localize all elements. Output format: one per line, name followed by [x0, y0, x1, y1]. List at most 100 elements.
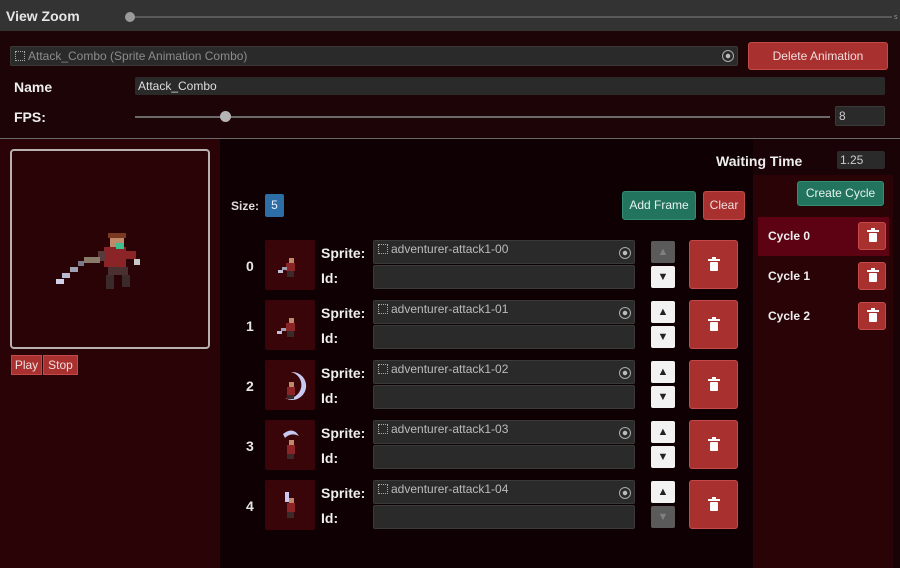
animation-preview — [10, 149, 210, 349]
delete-cycle-button[interactable] — [858, 262, 886, 290]
size-badge: 5 — [265, 194, 284, 217]
view-zoom-slider[interactable] — [128, 16, 892, 18]
cycle-item[interactable]: Cycle 1 — [758, 257, 889, 296]
sprite-label: Sprite: — [321, 245, 366, 261]
frame-row: 3 Sprite: Id: adventurer-attack1-03 ▲ ▼ — [240, 420, 740, 478]
sprite-asset-icon — [378, 424, 388, 434]
sprite-field[interactable]: adventurer-attack1-04 — [373, 480, 635, 504]
object-picker-icon[interactable] — [619, 247, 631, 259]
move-up-button[interactable]: ▲ — [651, 361, 675, 383]
waiting-time-label: Waiting Time — [716, 153, 803, 169]
id-input[interactable] — [373, 385, 635, 409]
sprite-field[interactable]: adventurer-attack1-00 — [373, 240, 635, 264]
sprite-label: Sprite: — [321, 485, 366, 501]
frame-thumbnail — [265, 480, 315, 530]
fps-input[interactable]: 8 — [835, 106, 885, 126]
cycle-item[interactable]: Cycle 0 — [758, 217, 889, 256]
move-up-button: ▲ — [651, 241, 675, 263]
delete-frame-button[interactable] — [689, 360, 738, 409]
asset-icon — [15, 51, 25, 61]
id-label: Id: — [321, 510, 339, 526]
size-label: Size: — [231, 199, 260, 213]
arrow-down-icon: ▼ — [657, 391, 669, 403]
frame-thumbnail — [265, 360, 315, 410]
move-down-button[interactable]: ▼ — [651, 326, 675, 348]
sprite-label: Sprite: — [321, 365, 366, 381]
move-down-button[interactable]: ▼ — [651, 446, 675, 468]
move-up-button[interactable]: ▲ — [651, 301, 675, 323]
sprite-label: Sprite: — [321, 425, 366, 441]
sprite-thumbnail — [283, 430, 299, 459]
name-label: Name — [14, 79, 53, 95]
id-input[interactable] — [373, 265, 635, 289]
id-label: Id: — [321, 270, 339, 286]
id-input[interactable] — [373, 505, 635, 529]
view-zoom-slider-thumb[interactable] — [125, 12, 135, 22]
object-picker-icon[interactable] — [619, 487, 631, 499]
move-up-button[interactable]: ▲ — [651, 481, 675, 503]
object-picker-icon[interactable] — [619, 427, 631, 439]
sprite-field[interactable]: adventurer-attack1-03 — [373, 420, 635, 444]
frame-row: 1 Sprite: Id: adventurer-attack1-01 ▲ ▼ — [240, 300, 740, 358]
sprite-label: Sprite: — [321, 305, 366, 321]
arrow-up-icon: ▲ — [657, 426, 669, 438]
id-input[interactable] — [373, 325, 635, 349]
animation-object-value: Attack_Combo (Sprite Animation Combo) — [28, 49, 248, 63]
sprite-value: adventurer-attack1-00 — [391, 242, 509, 256]
arrow-down-icon: ▼ — [657, 451, 669, 463]
cycle-item[interactable]: Cycle 2 — [758, 297, 889, 336]
object-picker-icon[interactable] — [619, 307, 631, 319]
cycle-label: Cycle 2 — [768, 309, 811, 323]
arrow-up-icon: ▲ — [657, 246, 669, 258]
frame-index: 0 — [246, 258, 254, 274]
arrow-down-icon: ▼ — [657, 511, 669, 523]
sprite-thumbnail — [277, 318, 295, 337]
move-down-button: ▼ — [651, 506, 675, 528]
sprite-value: adventurer-attack1-02 — [391, 362, 509, 376]
delete-frame-button[interactable] — [689, 420, 738, 469]
frame-row: 2 Sprite: Id: adventurer-attack1-02 ▲ ▼ — [240, 360, 740, 418]
trash-icon — [708, 497, 720, 511]
trash-icon — [708, 437, 720, 451]
sprite-asset-icon — [378, 484, 388, 494]
waiting-time-input[interactable]: 1.25 — [837, 151, 885, 169]
delete-frame-button[interactable] — [689, 300, 738, 349]
arrow-up-icon: ▲ — [657, 306, 669, 318]
delete-cycle-button[interactable] — [858, 222, 886, 250]
delete-frame-button[interactable] — [689, 240, 738, 289]
id-input[interactable] — [373, 445, 635, 469]
trash-icon — [708, 377, 720, 391]
stop-button[interactable]: Stop — [43, 355, 78, 375]
frame-thumbnail — [265, 240, 315, 290]
frame-index: 4 — [246, 498, 254, 514]
sprite-asset-icon — [378, 304, 388, 314]
object-picker-icon[interactable] — [619, 367, 631, 379]
cycle-label: Cycle 1 — [768, 269, 811, 283]
create-cycle-button[interactable]: Create Cycle — [797, 181, 884, 206]
play-button[interactable]: Play — [11, 355, 42, 375]
sprite-asset-icon — [378, 244, 388, 254]
id-label: Id: — [321, 390, 339, 406]
move-down-button[interactable]: ▼ — [651, 266, 675, 288]
fps-slider-thumb[interactable] — [219, 111, 231, 122]
fps-label: FPS: — [14, 109, 46, 125]
add-frame-button[interactable]: Add Frame — [622, 191, 696, 220]
frame-row: 4 Sprite: Id: adventurer-attack1-04 ▲ ▼ — [240, 480, 740, 538]
sprite-field[interactable]: adventurer-attack1-01 — [373, 300, 635, 324]
frame-row: 0 Sprite: Id: adventurer-attack1-00 ▲ ▼ — [240, 240, 740, 298]
delete-frame-button[interactable] — [689, 480, 738, 529]
sprite-asset-icon — [378, 364, 388, 374]
move-down-button[interactable]: ▼ — [651, 386, 675, 408]
frame-thumbnail — [265, 420, 315, 470]
fps-slider[interactable] — [135, 116, 830, 118]
animation-object-field[interactable]: Attack_Combo (Sprite Animation Combo) — [10, 46, 738, 66]
name-input[interactable]: Attack_Combo — [135, 77, 885, 95]
delete-animation-button[interactable]: Delete Animation — [748, 42, 888, 70]
move-up-button[interactable]: ▲ — [651, 421, 675, 443]
delete-cycle-button[interactable] — [858, 302, 886, 330]
clear-button[interactable]: Clear — [703, 191, 745, 220]
object-picker-icon[interactable] — [722, 50, 734, 62]
trash-icon — [708, 257, 720, 271]
sprite-field[interactable]: adventurer-attack1-02 — [373, 360, 635, 384]
sprite-value: adventurer-attack1-01 — [391, 302, 509, 316]
